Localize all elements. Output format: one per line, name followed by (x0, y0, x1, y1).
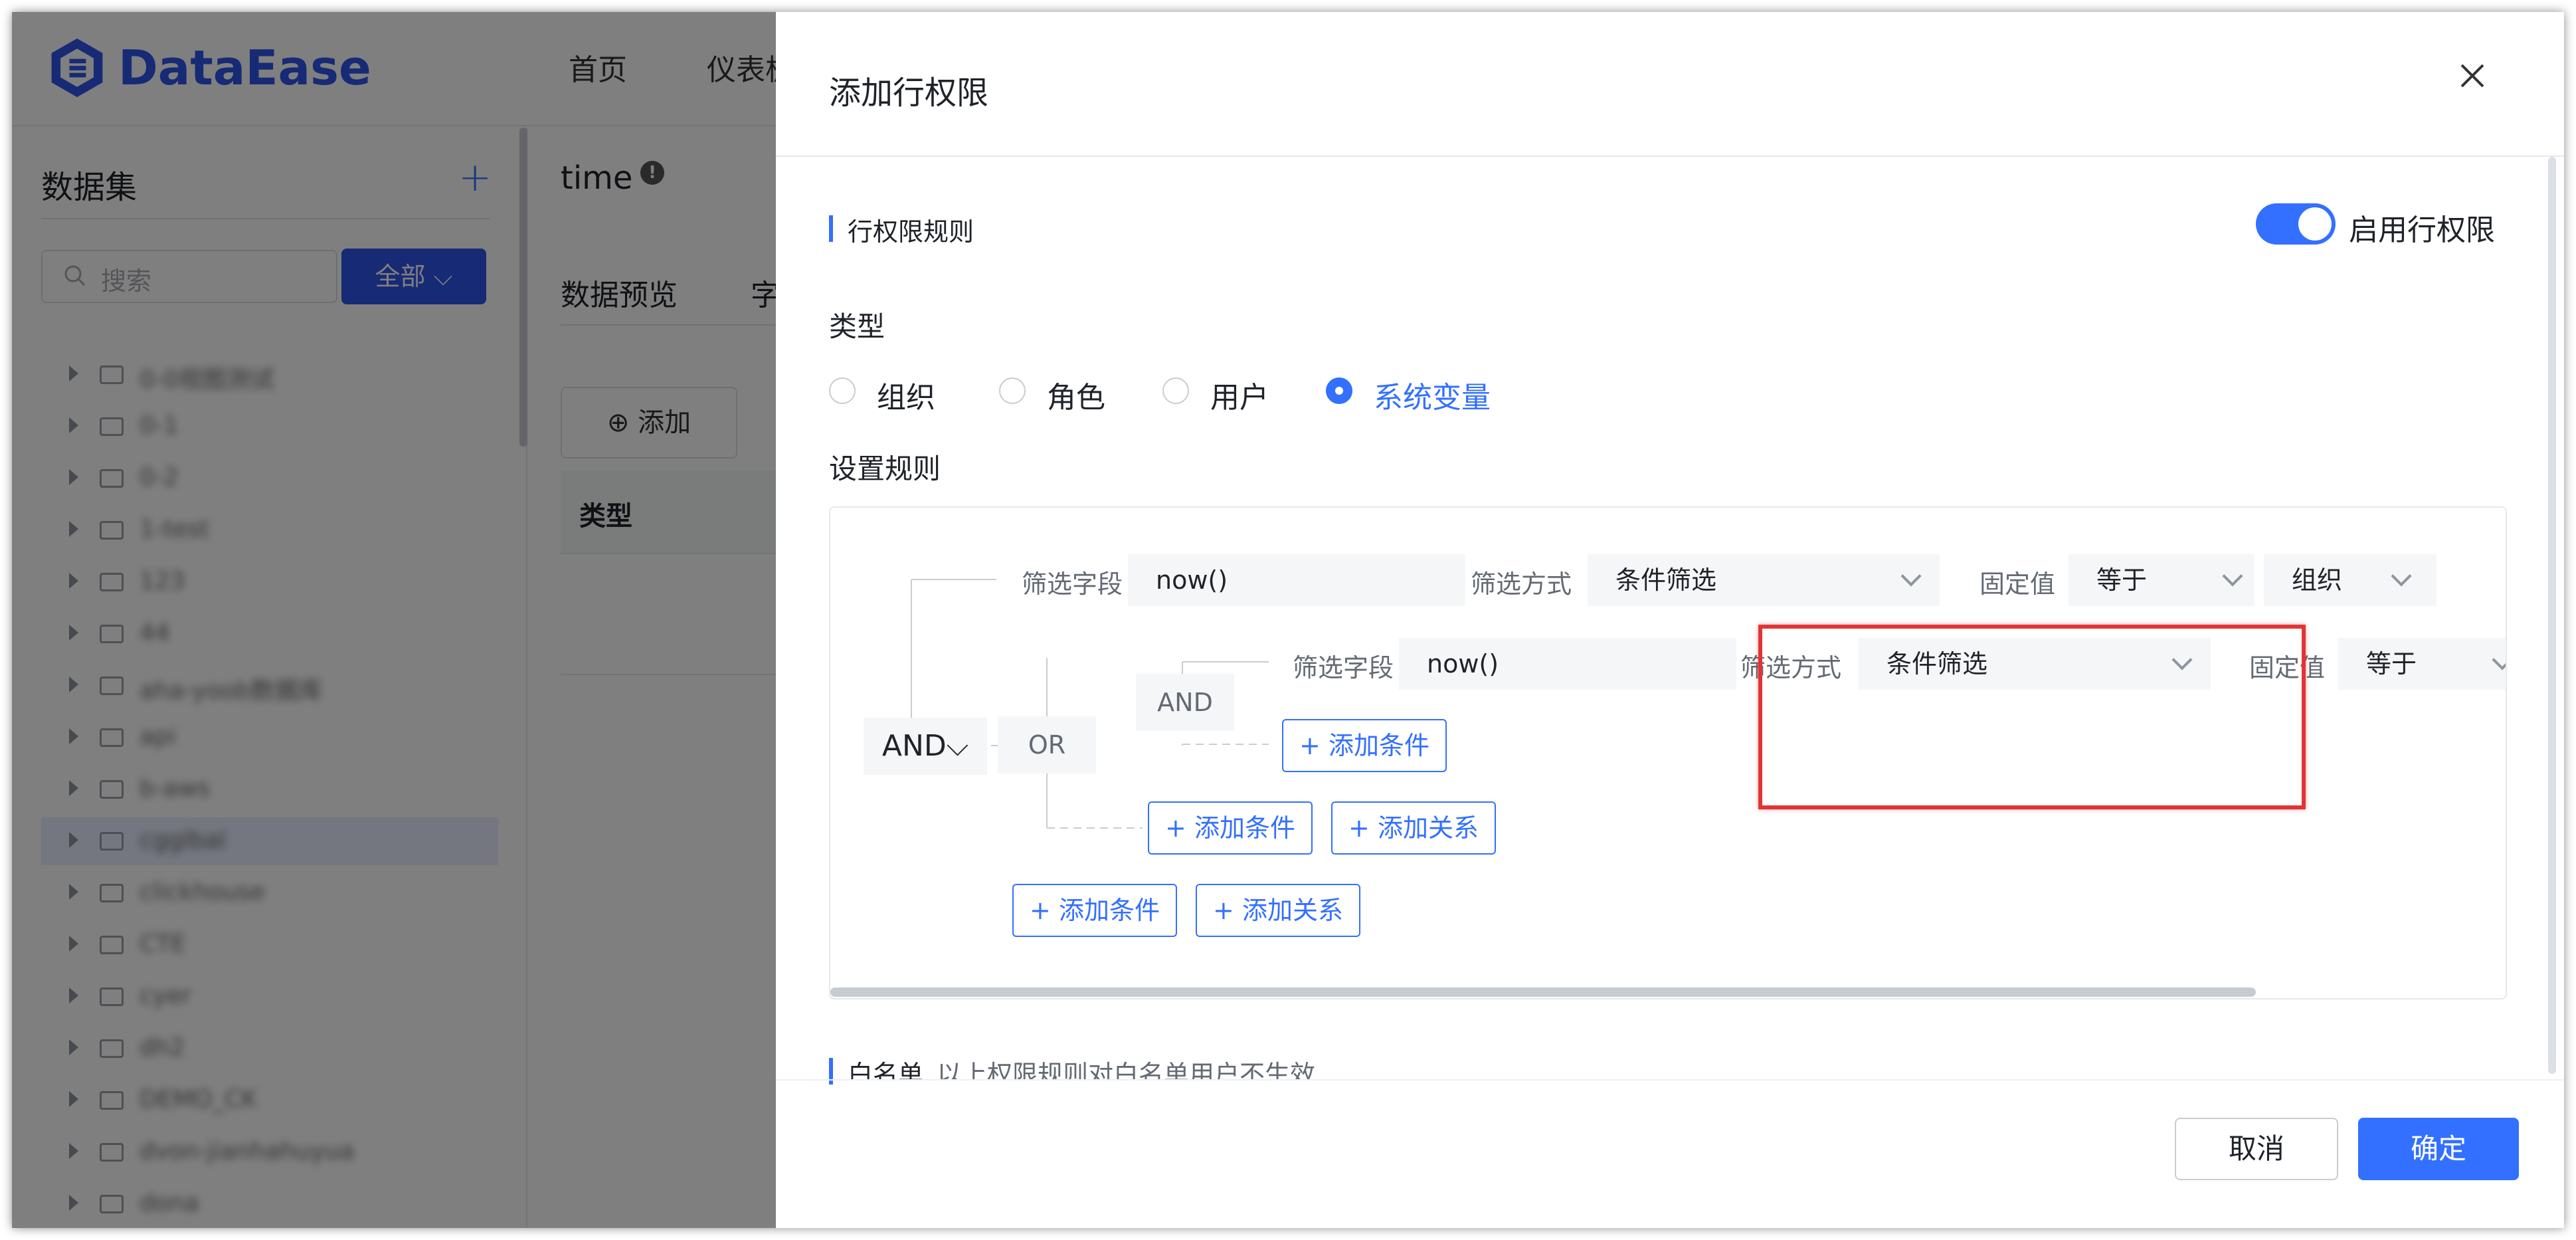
add-condition-button[interactable]: + 添加条件 (1148, 801, 1313, 855)
filter-method-select[interactable]: 条件筛选 (1588, 554, 1940, 606)
enable-row-permission-label: 启用行权限 (2349, 213, 2495, 247)
radio-label: 系统变量 (1374, 381, 1491, 415)
divider (776, 155, 2564, 157)
add-condition-button[interactable]: + 添加条件 (1012, 884, 1177, 937)
radio-circle-checked (1326, 377, 1352, 404)
close-icon[interactable] (2452, 56, 2492, 96)
whitelist-hint: 以上权限规则对白名单用户不生效 (937, 1060, 1316, 1081)
or-relation-tag[interactable]: OR (998, 716, 1096, 774)
section-marker (829, 1058, 833, 1085)
filter-field-label: 筛选字段 (1022, 569, 1123, 599)
radio-label: 用户 (1210, 381, 1269, 415)
section-title-rule: 行权限规则 (848, 217, 974, 247)
radio-label: 组织 (877, 381, 935, 415)
value-select[interactable]: 组织 (2264, 554, 2437, 606)
radio-label: 角色 (1047, 381, 1105, 415)
chevron-down-icon (2391, 566, 2412, 587)
drawer-title: 添加行权限 (829, 74, 989, 112)
add-relation-button[interactable]: + 添加关系 (1196, 884, 1360, 937)
enable-row-permission-switch[interactable] (2256, 203, 2336, 245)
switch-knob (2298, 207, 2332, 241)
whitelist-title: 白名单 以上权限规则对白名单用户不生效 (848, 1054, 1315, 1081)
drawer-scrollbar[interactable] (2548, 157, 2556, 1074)
add-relation-button[interactable]: + 添加关系 (1331, 801, 1496, 855)
rule-horizontal-scrollbar[interactable] (830, 987, 2256, 997)
filter-field-input[interactable]: now() (1128, 554, 1465, 606)
select-value: 组织 (2292, 566, 2343, 595)
whitelist-label: 白名单 (848, 1060, 924, 1081)
chevron-down-icon (2222, 566, 2243, 587)
cancel-button[interactable]: 取消 (2175, 1118, 2338, 1180)
footer-divider (776, 1079, 2564, 1081)
filter-field-input[interactable]: now() (1399, 638, 1736, 690)
highlight-annotation (1758, 625, 2306, 809)
confirm-button[interactable]: 确定 (2358, 1118, 2519, 1180)
chevron-down-icon (1900, 566, 1922, 587)
and-relation-tag[interactable]: AND (1136, 674, 1234, 731)
chevron-down-icon (2492, 649, 2506, 671)
operator-select[interactable]: 等于 (2069, 554, 2254, 606)
row-permission-drawer: 添加行权限 行权限规则 启用行权限 类型 组织 角色 用户 系统变量 设置规则 (776, 12, 2564, 1228)
operator-select[interactable]: 等于 (2338, 638, 2506, 690)
select-value: 条件筛选 (1615, 566, 1717, 595)
radio-circle (1162, 377, 1189, 404)
relation-label: AND (881, 729, 947, 763)
section-marker (829, 215, 833, 242)
radio-circle (999, 377, 1026, 404)
add-condition-button[interactable]: + 添加条件 (1282, 719, 1447, 772)
root-relation-select[interactable]: AND⌵ (864, 718, 987, 775)
set-rules-label: 设置规则 (829, 453, 941, 485)
type-label: 类型 (829, 310, 885, 343)
filter-field-label: 筛选字段 (1293, 653, 1394, 682)
chevron-down-icon: ⌵ (946, 729, 969, 763)
screen: DataEase 首页 仪表板 数据集 + 搜索 全部 ⌵ 0-0视图测试 0-… (12, 12, 2564, 1228)
select-value: 等于 (2096, 566, 2148, 595)
select-value: 等于 (2366, 649, 2417, 678)
filter-method-label: 筛选方式 (1471, 569, 1572, 599)
fixed-value-label: 固定值 (1979, 569, 2056, 599)
radio-circle (829, 377, 856, 404)
